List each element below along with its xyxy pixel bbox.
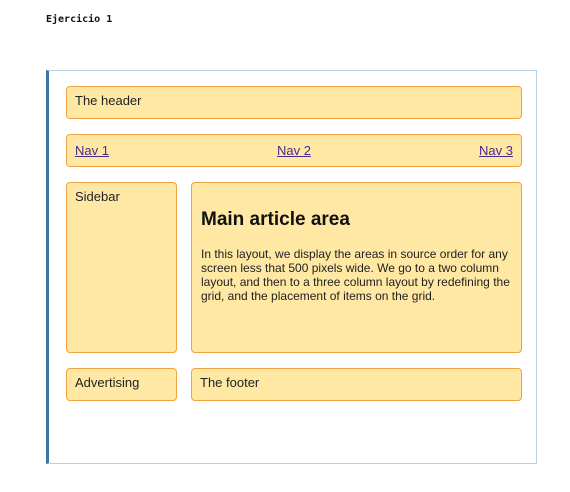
nav-area: Nav 1 Nav 2 Nav 3 (66, 134, 522, 167)
footer-area: The footer (191, 368, 522, 401)
main-article-heading: Main article area (201, 209, 350, 230)
nav-link-3[interactable]: Nav 3 (479, 143, 513, 159)
layout-demo-frame: The header Nav 1 Nav 2 Nav 3 Sidebar Mai… (46, 70, 537, 464)
exercise-title: Ejercicio 1 (46, 14, 113, 25)
main-article-text: In this layout, we display the areas in … (201, 247, 510, 303)
nav-link-1[interactable]: Nav 1 (75, 143, 109, 159)
nav-link-2[interactable]: Nav 2 (277, 143, 311, 159)
header-area: The header (66, 86, 522, 119)
advertising-area: Advertising (66, 368, 177, 401)
main-article-area: Main article area In this layout, we dis… (191, 182, 522, 353)
sidebar-area: Sidebar (66, 182, 177, 353)
